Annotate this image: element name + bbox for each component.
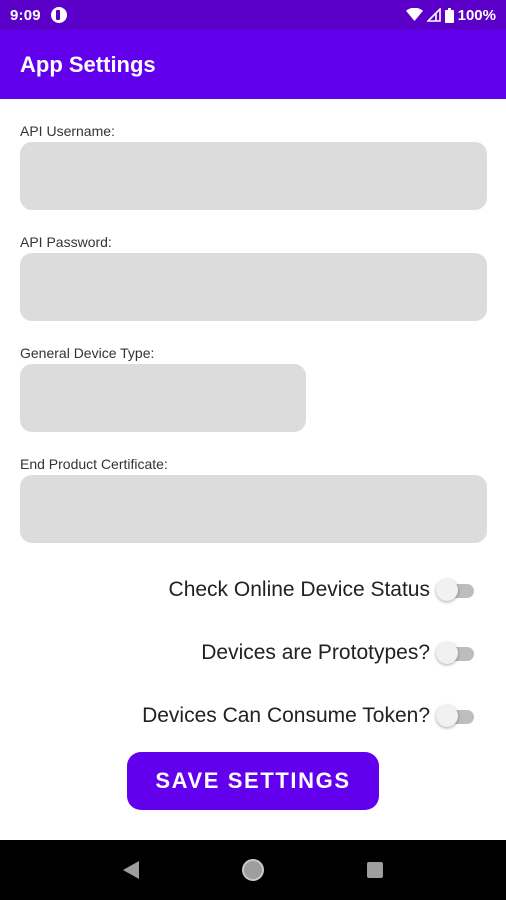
toggle-row-prototypes: Devices are Prototypes? xyxy=(201,636,474,670)
api-username-label: API Username: xyxy=(20,123,115,139)
consume-token-switch[interactable] xyxy=(436,705,474,727)
toggle-row-consume-token: Devices Can Consume Token? xyxy=(142,699,474,733)
wifi-icon xyxy=(405,8,423,21)
switch-thumb xyxy=(436,579,458,601)
api-password-label: API Password: xyxy=(20,234,112,250)
status-time: 9:09 xyxy=(10,6,41,24)
page-title: App Settings xyxy=(20,51,156,77)
toggle-row-online-status: Check Online Device Status xyxy=(169,573,474,607)
battery-icon xyxy=(444,7,454,23)
navigation-bar xyxy=(0,840,506,900)
certificate-field[interactable] xyxy=(20,475,487,543)
api-username-field[interactable] xyxy=(20,142,487,210)
battery-percent: 100% xyxy=(457,6,496,24)
app-bar: App Settings xyxy=(0,30,506,99)
status-bar: 9:09 100% xyxy=(0,0,506,30)
device-type-field[interactable] xyxy=(20,364,306,432)
device-type-label: General Device Type: xyxy=(20,345,155,361)
online-status-switch[interactable] xyxy=(436,579,474,601)
toggle-label: Devices Can Consume Token? xyxy=(142,704,430,727)
switch-thumb xyxy=(436,705,458,727)
prototypes-switch[interactable] xyxy=(436,642,474,664)
save-settings-button[interactable]: SAVE SETTINGS xyxy=(127,752,379,810)
toggle-label: Devices are Prototypes? xyxy=(201,641,430,664)
nav-home-button[interactable] xyxy=(231,848,275,892)
switch-thumb xyxy=(436,642,458,664)
back-icon xyxy=(123,861,139,879)
app-notification-icon xyxy=(50,7,67,23)
toggle-label: Check Online Device Status xyxy=(168,578,430,601)
certificate-label: End Product Certificate: xyxy=(20,456,168,472)
status-icons: 100% xyxy=(405,6,496,24)
recents-icon xyxy=(367,862,383,878)
nav-back-button[interactable] xyxy=(109,848,153,892)
api-password-field[interactable] xyxy=(20,253,487,321)
home-icon xyxy=(242,859,264,881)
signal-icon xyxy=(426,8,441,22)
nav-recents-button[interactable] xyxy=(353,848,397,892)
